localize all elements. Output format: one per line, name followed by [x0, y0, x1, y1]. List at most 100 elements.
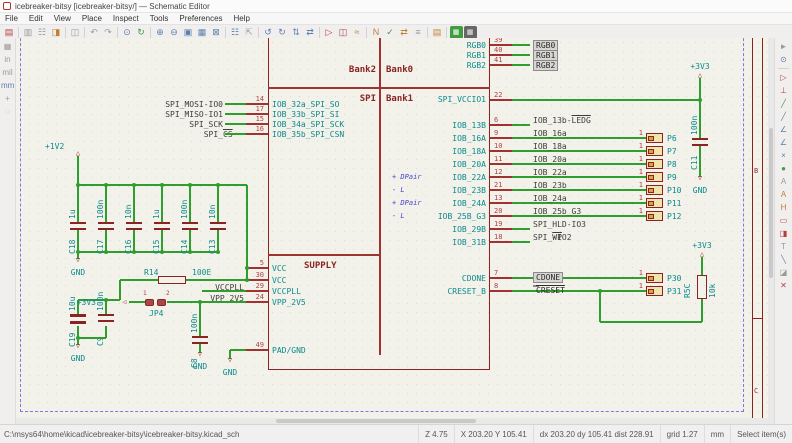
wire[interactable] [512, 64, 530, 66]
capacitor-plate[interactable] [126, 228, 142, 230]
wire-to-bus-entry-icon[interactable]: ∠ [777, 123, 790, 136]
pin-stub[interactable] [490, 150, 512, 152]
place-hier-label-icon[interactable]: H [777, 201, 790, 214]
menu-inspect[interactable]: Inspect [113, 14, 139, 23]
place-symbol-icon[interactable]: ▷ [777, 71, 790, 84]
wire[interactable] [186, 279, 247, 281]
find-icon[interactable]: ⊙ [121, 26, 134, 39]
connector-ref-P8[interactable]: P8 [667, 160, 677, 169]
bom-icon[interactable]: ▤ [431, 26, 444, 39]
place-wire-icon[interactable]: ╱ [777, 97, 790, 110]
units-inch-icon[interactable]: in [1, 53, 14, 66]
wire[interactable] [701, 257, 703, 275]
jumper-ref[interactable]: JP4 [149, 309, 163, 318]
refresh-icon[interactable]: ↻ [135, 26, 148, 39]
assign-footprints-icon[interactable]: ⇄ [398, 26, 411, 39]
net-label[interactable]: SPI_MISO-IO1 [165, 110, 223, 119]
capacitor-plate[interactable] [98, 320, 114, 322]
place-label-icon[interactable]: A [777, 175, 790, 188]
wire[interactable] [699, 146, 701, 172]
print-icon[interactable]: ☷ [36, 26, 49, 39]
edit-symbol-fields-icon[interactable]: ≡ [412, 26, 425, 39]
connector-ref-P7[interactable]: P7 [667, 147, 677, 156]
global-label-cfg[interactable]: CRESET [533, 285, 539, 287]
erc-icon[interactable]: ✓ [384, 26, 397, 39]
wire[interactable] [600, 321, 702, 323]
wire[interactable] [246, 185, 248, 268]
wire[interactable] [701, 299, 703, 322]
symbol-editor-icon[interactable]: ▷ [323, 26, 336, 39]
pin-stub[interactable] [246, 267, 268, 269]
connector-ref-P9[interactable]: P9 [667, 173, 677, 182]
net-label[interactable]: IOB_20a [533, 155, 567, 164]
h-scrollbar-thumb[interactable] [276, 419, 476, 423]
pin-stub[interactable] [490, 163, 512, 165]
wire[interactable] [202, 290, 246, 292]
wire[interactable] [230, 349, 246, 351]
page-settings-icon[interactable]: ▥ [22, 26, 35, 39]
capacitor-plate[interactable] [182, 222, 198, 224]
pin-stub[interactable] [490, 277, 512, 279]
import-sheet-pin-icon[interactable]: ◨ [777, 227, 790, 240]
capacitor-plate[interactable] [154, 222, 170, 224]
wire[interactable] [161, 230, 163, 252]
hierarchy-navigator-icon[interactable]: ☷ [229, 26, 242, 39]
simulator-icon[interactable]: ≈ [351, 26, 364, 39]
place-line-icon[interactable]: ╲ [777, 253, 790, 266]
wire[interactable] [105, 300, 107, 314]
capacitor-plate[interactable] [70, 222, 86, 224]
menu-place[interactable]: Place [82, 14, 102, 23]
net-label[interactable]: IOB_24a [533, 194, 567, 203]
cap-ref-C18[interactable]: C18 [68, 240, 77, 254]
highlight-net-icon[interactable]: ⊙ [777, 53, 790, 66]
save-icon[interactable]: ▤ [3, 26, 16, 39]
wire[interactable] [217, 230, 219, 252]
wire[interactable] [512, 124, 530, 126]
resistor-value[interactable]: 100E [192, 268, 211, 277]
cap-value-C8[interactable]: 100n [190, 314, 199, 333]
wire[interactable] [105, 230, 107, 252]
pin-stub[interactable] [490, 189, 512, 191]
zoom-page-icon[interactable]: ▦ [196, 26, 209, 39]
connector-ref-P11[interactable]: P11 [667, 199, 681, 208]
schematic-canvas[interactable]: BCBank2Bank0SPIBank1SUPPLYSPI_MOSI-IO014… [16, 38, 774, 424]
capacitor-plate[interactable] [126, 222, 142, 224]
mirror-h-icon[interactable]: ⇄ [304, 26, 317, 39]
cap-ref-C15[interactable]: C15 [152, 240, 161, 254]
capacitor-plate[interactable] [192, 336, 208, 338]
leave-sheet-icon[interactable]: ⇱ [243, 26, 256, 39]
wire[interactable] [161, 185, 163, 222]
place-power-port-icon[interactable]: ⊥ [777, 84, 790, 97]
wire[interactable] [167, 301, 246, 303]
capacitor-plate[interactable] [98, 228, 114, 230]
wire[interactable] [225, 133, 246, 135]
undo-icon[interactable]: ↶ [88, 26, 101, 39]
wire[interactable] [512, 99, 700, 101]
wire[interactable] [105, 185, 107, 222]
delete-tool-icon[interactable]: ✕ [777, 279, 790, 292]
mirror-v-icon[interactable]: ⇅ [290, 26, 303, 39]
pin-stub[interactable] [490, 124, 512, 126]
cap-ref-C17[interactable]: C17 [96, 240, 105, 254]
cap-ref-C16[interactable]: C16 [124, 240, 133, 254]
cap-value-C19[interactable]: 10u [68, 297, 77, 311]
resistor-ref[interactable]: R14 [144, 268, 158, 277]
rotate-cw-icon[interactable]: ↻ [276, 26, 289, 39]
global-label-RGB2[interactable]: RGB2 [533, 60, 558, 71]
capacitor-plate[interactable] [98, 222, 114, 224]
wire[interactable] [189, 185, 191, 222]
cap-value-C18[interactable]: 1u [68, 209, 77, 219]
wire[interactable] [119, 280, 121, 300]
capacitor-plate[interactable] [210, 228, 226, 230]
connector-ref-P10[interactable]: P10 [667, 186, 681, 195]
wire[interactable] [512, 228, 530, 230]
wire[interactable] [77, 185, 79, 222]
fpga-divider[interactable] [268, 254, 380, 256]
pin-stub[interactable] [490, 290, 512, 292]
resistor-ref[interactable]: R5C [683, 284, 692, 298]
jumper-pad[interactable] [157, 299, 166, 306]
net-label[interactable]: SPI_MOSI-IO0 [165, 100, 223, 109]
menu-view[interactable]: View [54, 14, 71, 23]
pin-stub[interactable] [246, 290, 268, 292]
place-sheet-icon[interactable]: ▭ [777, 214, 790, 227]
